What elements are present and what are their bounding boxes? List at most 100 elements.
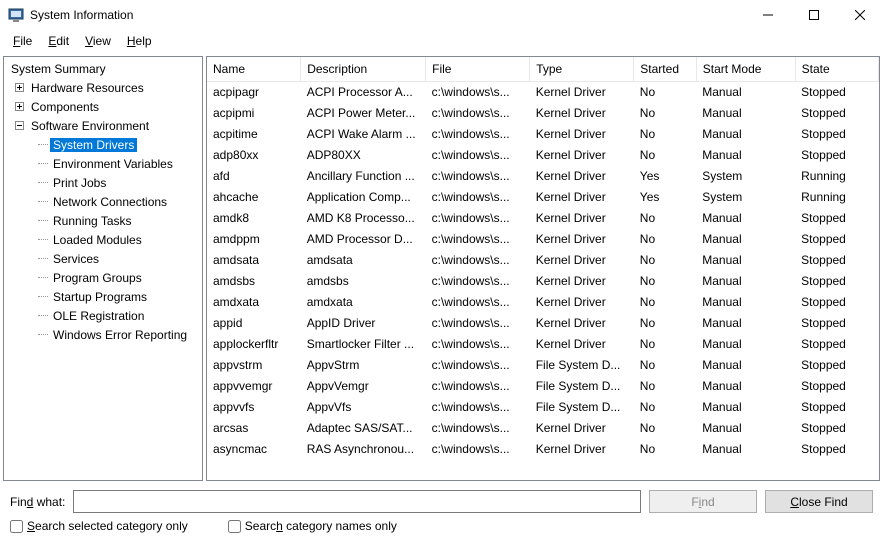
tree-item[interactable]: Print Jobs xyxy=(4,173,202,192)
menu-file[interactable]: File xyxy=(6,32,39,50)
cell-file: c:\windows\s... xyxy=(426,417,530,438)
cell-file: c:\windows\s... xyxy=(426,228,530,249)
minimize-button[interactable] xyxy=(745,0,791,30)
cell-start_mode: Manual xyxy=(696,417,795,438)
tree-item-label: Running Tasks xyxy=(50,214,135,228)
cell-start_mode: System xyxy=(696,165,795,186)
cell-started: No xyxy=(634,438,696,459)
tree-scroll[interactable]: System SummaryHardware Resources Componen… xyxy=(4,57,202,480)
column-header-start_mode[interactable]: Start Mode xyxy=(696,57,795,81)
cell-file: c:\windows\s... xyxy=(426,396,530,417)
tree-item-label: Components xyxy=(28,100,102,114)
titlebar[interactable]: System Information xyxy=(0,0,883,30)
cell-type: Kernel Driver xyxy=(530,312,634,333)
column-header-type[interactable]: Type xyxy=(530,57,634,81)
tree-root[interactable]: System Summary xyxy=(4,59,202,78)
table-row[interactable]: amdxataamdxatac:\windows\s...Kernel Driv… xyxy=(207,291,879,312)
tree-item[interactable]: Services xyxy=(4,249,202,268)
cell-type: File System D... xyxy=(530,354,634,375)
tree-item[interactable]: Network Connections xyxy=(4,192,202,211)
column-header-name[interactable]: Name xyxy=(207,57,301,81)
tree-item[interactable]: Environment Variables xyxy=(4,154,202,173)
table-row[interactable]: asyncmacRAS Asynchronou...c:\windows\s..… xyxy=(207,438,879,459)
tree-item[interactable]: Hardware Resources xyxy=(4,78,202,97)
cell-file: c:\windows\s... xyxy=(426,333,530,354)
tree-item[interactable]: Components xyxy=(4,97,202,116)
cell-name: amdppm xyxy=(207,228,301,249)
cell-started: No xyxy=(634,249,696,270)
cell-start_mode: Manual xyxy=(696,81,795,102)
cell-started: Yes xyxy=(634,165,696,186)
cell-started: No xyxy=(634,144,696,165)
table-row[interactable]: appvvemgrAppvVemgrc:\windows\s...File Sy… xyxy=(207,375,879,396)
column-header-started[interactable]: Started xyxy=(634,57,696,81)
tree-item-label: Print Jobs xyxy=(50,176,109,190)
tree-item[interactable]: Running Tasks xyxy=(4,211,202,230)
table-row[interactable]: appidAppID Driverc:\windows\s...Kernel D… xyxy=(207,312,879,333)
search-names-checkbox[interactable]: Search category names only xyxy=(228,519,397,533)
cell-description: amdsata xyxy=(301,249,426,270)
table-row[interactable]: acpipmiACPI Power Meter...c:\windows\s..… xyxy=(207,102,879,123)
table-row[interactable]: acpitimeACPI Wake Alarm ...c:\windows\s.… xyxy=(207,123,879,144)
cell-started: No xyxy=(634,123,696,144)
tree-item[interactable]: Loaded Modules xyxy=(4,230,202,249)
table-row[interactable]: afdAncillary Function ...c:\windows\s...… xyxy=(207,165,879,186)
cell-type: Kernel Driver xyxy=(530,228,634,249)
tree-item-label: Network Connections xyxy=(50,195,170,209)
table-row[interactable]: amdppmAMD Processor D...c:\windows\s...K… xyxy=(207,228,879,249)
tree-item[interactable]: Program Groups xyxy=(4,268,202,287)
expand-icon[interactable] xyxy=(12,100,26,114)
tree-item[interactable]: Startup Programs xyxy=(4,287,202,306)
tree-item[interactable]: OLE Registration xyxy=(4,306,202,325)
column-header-description[interactable]: Description xyxy=(301,57,426,81)
table-row[interactable]: adp80xxADP80XXc:\windows\s...Kernel Driv… xyxy=(207,144,879,165)
table-row[interactable]: appvstrmAppvStrmc:\windows\s...File Syst… xyxy=(207,354,879,375)
cell-type: Kernel Driver xyxy=(530,165,634,186)
menu-help[interactable]: Help xyxy=(120,32,159,50)
collapse-icon[interactable] xyxy=(12,119,26,133)
table-row[interactable]: applockerfltrSmartlocker Filter ...c:\wi… xyxy=(207,333,879,354)
tree-item-label: Services xyxy=(50,252,102,266)
maximize-button[interactable] xyxy=(791,0,837,30)
cell-start_mode: Manual xyxy=(696,333,795,354)
cell-state: Stopped xyxy=(795,291,878,312)
search-selected-box[interactable] xyxy=(10,520,23,533)
find-button[interactable]: Find xyxy=(649,490,757,513)
cell-name: appvvemgr xyxy=(207,375,301,396)
table-row[interactable]: acpipagrACPI Processor A...c:\windows\s.… xyxy=(207,81,879,102)
cell-file: c:\windows\s... xyxy=(426,249,530,270)
tree-item[interactable]: Software Environment xyxy=(4,116,202,135)
table-row[interactable]: arcsasAdaptec SAS/SAT...c:\windows\s...K… xyxy=(207,417,879,438)
cell-started: Yes xyxy=(634,186,696,207)
cell-state: Stopped xyxy=(795,123,878,144)
tree-item-label: OLE Registration xyxy=(50,309,147,323)
tree-item[interactable]: System Drivers xyxy=(4,135,202,154)
cell-start_mode: Manual xyxy=(696,438,795,459)
tree-item[interactable]: Windows Error Reporting xyxy=(4,325,202,344)
column-header-file[interactable]: File xyxy=(426,57,530,81)
column-header-state[interactable]: State xyxy=(795,57,878,81)
cell-file: c:\windows\s... xyxy=(426,81,530,102)
table-row[interactable]: amdsbsamdsbsc:\windows\s...Kernel Driver… xyxy=(207,270,879,291)
close-find-button[interactable]: Close Find xyxy=(765,490,873,513)
menu-edit[interactable]: Edit xyxy=(41,32,76,50)
cell-file: c:\windows\s... xyxy=(426,186,530,207)
table-row[interactable]: ahcacheApplication Comp...c:\windows\s..… xyxy=(207,186,879,207)
search-selected-checkbox[interactable]: Search selected category only xyxy=(10,519,188,533)
table-row[interactable]: amdsataamdsatac:\windows\s...Kernel Driv… xyxy=(207,249,879,270)
menu-view[interactable]: View xyxy=(78,32,118,50)
cell-type: Kernel Driver xyxy=(530,81,634,102)
cell-state: Stopped xyxy=(795,417,878,438)
table-row[interactable]: amdk8AMD K8 Processo...c:\windows\s...Ke… xyxy=(207,207,879,228)
close-button[interactable] xyxy=(837,0,883,30)
cell-started: No xyxy=(634,207,696,228)
grid-viewport[interactable]: NameDescriptionFileTypeStartedStart Mode… xyxy=(207,57,879,480)
cell-file: c:\windows\s... xyxy=(426,144,530,165)
table-row[interactable]: appvvfsAppvVfsc:\windows\s...File System… xyxy=(207,396,879,417)
find-input[interactable] xyxy=(73,490,641,513)
cell-state: Stopped xyxy=(795,396,878,417)
cell-started: No xyxy=(634,396,696,417)
search-names-box[interactable] xyxy=(228,520,241,533)
cell-type: Kernel Driver xyxy=(530,102,634,123)
expand-icon[interactable] xyxy=(12,81,26,95)
